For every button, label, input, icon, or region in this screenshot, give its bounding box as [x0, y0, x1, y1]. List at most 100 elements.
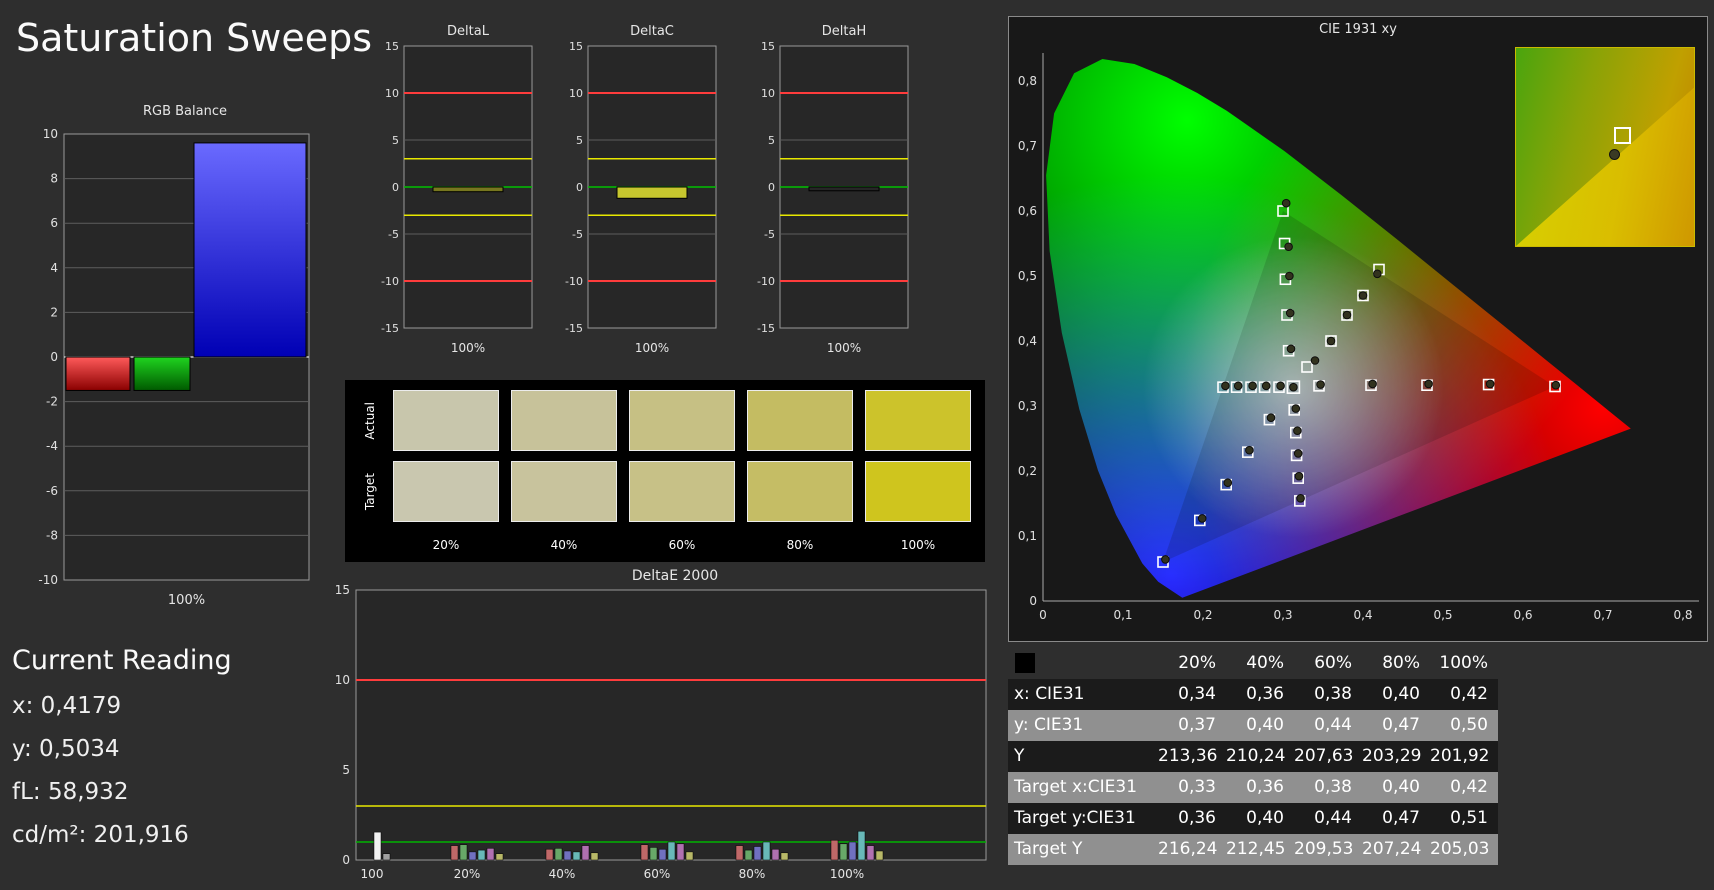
- table-col-header: 40%: [1246, 653, 1284, 673]
- tick-label: -10: [565, 275, 583, 288]
- cie-measured-magenta: [1293, 449, 1303, 458]
- deltae-plot[interactable]: 0 5 10 15 100 20% 40% 60% 80% 100%: [330, 583, 994, 882]
- tick-label: 5: [342, 763, 350, 777]
- table-cell: 0,40: [1362, 679, 1430, 710]
- table-cell: 0,47: [1362, 710, 1430, 741]
- tick-label: 15: [385, 40, 399, 53]
- table-row-label: Target Y: [1008, 834, 1158, 865]
- delta-h-chart[interactable]: DeltaH 15 10 5 0 -5 -10 -15 100%: [744, 24, 914, 362]
- table-cell: 0,51: [1430, 803, 1498, 834]
- table-cell: 0,36: [1158, 803, 1226, 834]
- tick-label: 10: [761, 87, 775, 100]
- rgb-balance-chart[interactable]: RGB Balance 10 8 6 4 2 0 -2 -4 -6 -8 -10 100%: [30, 104, 320, 616]
- cie-measured-blue: [1223, 478, 1233, 488]
- tick-label: 0,5: [1018, 269, 1037, 283]
- x-axis-label: 100: [361, 867, 384, 881]
- reading-x: x: 0,4179: [12, 693, 122, 719]
- tick-label: 0,3: [1018, 399, 1037, 413]
- table-cell: 216,24: [1158, 834, 1226, 865]
- tick-label: 0,8: [1673, 608, 1692, 622]
- swatch-compare-panel[interactable]: Actual Target 20% 40% 60% 80% 100%: [345, 380, 985, 562]
- tick-label: 10: [43, 127, 58, 141]
- deltae-bar: [744, 849, 753, 861]
- tick-label: 0,1: [1113, 608, 1132, 622]
- table-cell: 207,24: [1362, 834, 1430, 865]
- tick-label: 0: [342, 853, 350, 867]
- tick-label: 10: [335, 673, 350, 687]
- deltae-title: DeltaE 2000: [631, 568, 719, 584]
- cie-measured-cyan: [1261, 381, 1271, 391]
- table-col-header: 20%: [1178, 653, 1216, 673]
- delta-c-chart[interactable]: DeltaC 15 10 5 0 -5 -10 -15 100%: [552, 24, 722, 362]
- delta-h-title: DeltaH: [821, 24, 867, 39]
- target-swatch-20%: [393, 461, 499, 522]
- swatch-col-label: 100%: [900, 538, 936, 552]
- reading-fl: fL: 58,932: [12, 779, 129, 805]
- cie-measured-blue: [1161, 555, 1170, 564]
- rgb-balance-plot[interactable]: 10 8 6 4 2 0 -2 -4 -6 -8 -10 100%: [30, 120, 320, 612]
- deltae-bar: [771, 848, 780, 861]
- tick-label: 0: [576, 181, 583, 194]
- table-cell: 0,50: [1430, 710, 1498, 741]
- table-cell: 201,92: [1430, 741, 1498, 772]
- tick-label: 0,5: [1433, 608, 1452, 622]
- cie-1931-chart[interactable]: CIE 1931 xy 0 0,1 0,2 0,3 0,4 0,5 0,6 0,7 0,8 0 0,…: [1008, 16, 1708, 642]
- deltae-bar: [563, 850, 572, 861]
- tick-label: 0,4: [1018, 334, 1037, 348]
- delta-c-plot[interactable]: 15 10 5 0 -5 -10 -15 100%: [552, 40, 722, 358]
- deltae-bar: [640, 844, 649, 861]
- deltae-bar: [554, 848, 563, 861]
- deltae-bar: [866, 845, 875, 861]
- rgb-bar-red: [65, 356, 131, 391]
- deltae-bar: [545, 848, 554, 861]
- table-cell: 207,63: [1294, 741, 1362, 772]
- cie-measured-red: [1424, 379, 1433, 389]
- tick-label: -2: [46, 395, 58, 409]
- table-cell: 0,44: [1294, 710, 1362, 741]
- swatch-row-label-actual: Actual: [363, 401, 377, 440]
- cie-measured-magenta: [1293, 426, 1302, 436]
- tick-label: 0,2: [1018, 464, 1037, 478]
- target-swatch-80%: [747, 461, 853, 522]
- tick-label: 0,4: [1353, 608, 1372, 622]
- table-cell: 0,44: [1294, 803, 1362, 834]
- current-reading-section: Current Reading x: 0,4179 y: 0,5034 fL: …: [12, 645, 322, 848]
- swatch-col-label: 40%: [550, 538, 578, 552]
- delta-h-plot[interactable]: 15 10 5 0 -5 -10 -15 100%: [744, 40, 914, 358]
- delta-l-plot[interactable]: 15 10 5 0 -5 -10 -15 100%: [368, 40, 538, 358]
- table-row-label: y: CIE31: [1008, 710, 1158, 741]
- table-col-header: 80%: [1382, 653, 1420, 673]
- table-cell: 0,34: [1158, 679, 1226, 710]
- rgb-bar-blue: [193, 142, 307, 358]
- tick-label: 0,6: [1018, 204, 1037, 218]
- table-cell: 0,33: [1158, 772, 1226, 803]
- tick-label: 5: [576, 134, 583, 147]
- cie-zoom-inset: [1515, 47, 1695, 247]
- deltae-bar: [477, 849, 486, 861]
- table-cell: 0,42: [1430, 679, 1498, 710]
- deltae-bar: [839, 843, 848, 861]
- table-cell: 212,45: [1226, 834, 1294, 865]
- delta-l-title: DeltaL: [447, 24, 489, 39]
- actual-swatch-20%: [393, 390, 499, 451]
- inset-gradient-wedge: [1516, 87, 1694, 246]
- deltae-bar: [685, 851, 694, 861]
- delta-bar: [432, 186, 504, 193]
- delta-l-chart[interactable]: DeltaL 15 10 5 0 -5 -10 -15 100%: [368, 24, 538, 362]
- swatch-corner-spacer: [359, 532, 381, 552]
- cie-measured-green: [1286, 344, 1296, 354]
- deltae-bar: [667, 841, 676, 861]
- deltae-bar: [486, 848, 495, 861]
- tick-label: 15: [569, 40, 583, 53]
- table-col-header: 60%: [1314, 653, 1352, 673]
- tick-label: 6: [50, 216, 58, 230]
- x-axis-label: 40%: [549, 867, 576, 881]
- measurement-table[interactable]: 20% 40% 60% 80% 100% x: CIE31 0,34 0,36 0,38 0,40…: [1008, 648, 1500, 865]
- deltae-bar: [373, 831, 382, 861]
- swatch-col-label: 20%: [432, 538, 460, 552]
- deltae-bar: [495, 853, 504, 861]
- deltae-bar: [762, 841, 771, 861]
- deltae-2000-chart[interactable]: DeltaE 2000 0 5 10 15 100 20% 40% 60% 80% 100%: [330, 568, 994, 886]
- inset-measured-marker: [1608, 148, 1620, 160]
- tick-label: 0,7: [1593, 608, 1612, 622]
